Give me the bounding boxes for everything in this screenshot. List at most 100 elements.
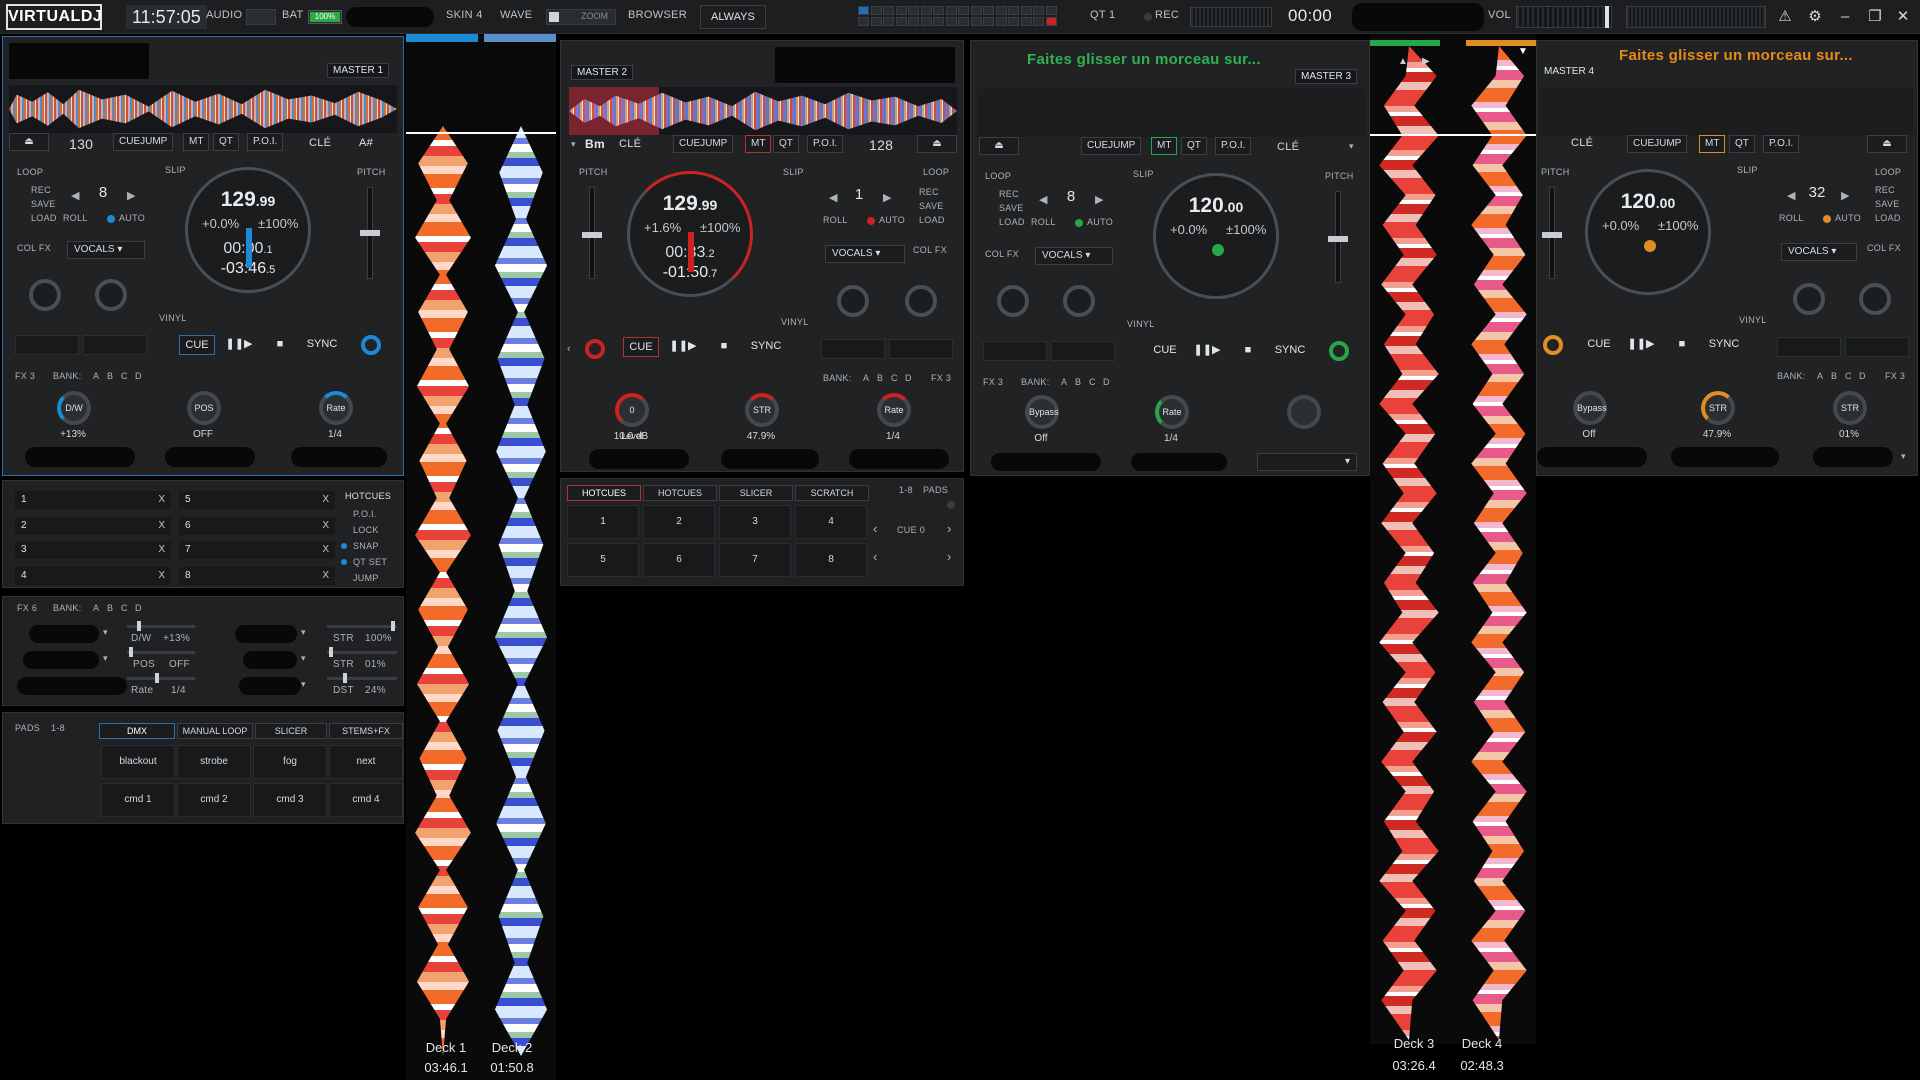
lock-option[interactable]: LOCK [353, 525, 379, 535]
colfx-knob[interactable] [905, 285, 937, 317]
sync-button[interactable]: SYNC [745, 337, 787, 357]
sampler-slot[interactable] [970, 6, 982, 15]
always-button[interactable]: ALWAYS [700, 5, 766, 29]
chevron-right-icon[interactable]: › [947, 521, 952, 536]
sync-button[interactable]: SYNC [1703, 335, 1745, 355]
eject-button[interactable]: ⏏ [979, 137, 1019, 155]
skin-button[interactable]: SKIN 4 [446, 9, 483, 21]
loop-next-icon[interactable]: ▶ [883, 191, 892, 204]
load-label[interactable]: LOAD [919, 215, 945, 225]
jump-option[interactable]: JUMP [353, 573, 379, 583]
hotcue-7[interactable]: 7X [179, 541, 335, 559]
bank-a[interactable]: A [863, 373, 869, 383]
hotcue-8[interactable]: 8X [179, 567, 335, 585]
sampler-slot[interactable] [983, 17, 994, 26]
rec-label[interactable]: REC [919, 187, 939, 197]
pad-strobe[interactable]: strobe [177, 745, 251, 779]
save-label[interactable]: SAVE [1875, 199, 1900, 209]
chevron-down-icon[interactable]: ▾ [301, 627, 306, 638]
poi-button[interactable]: P.O.I. [247, 133, 284, 151]
vinyl-label[interactable]: VINYL [1127, 319, 1155, 329]
sampler-slot[interactable] [1045, 6, 1057, 15]
roll-label[interactable]: ROLL [1779, 213, 1804, 223]
rec-label[interactable]: REC [1875, 185, 1895, 195]
poi-button[interactable]: P.O.I. [807, 135, 844, 153]
colfx-knob[interactable] [1063, 285, 1095, 317]
stop-button[interactable]: ■ [265, 335, 295, 355]
vinyl-label[interactable]: VINYL [781, 317, 809, 327]
play-pause-button[interactable]: ❚❚▶ [221, 335, 257, 355]
fx6-pos-slider[interactable] [127, 647, 195, 657]
pad-2[interactable]: 2 [643, 505, 715, 539]
key-label[interactable]: CLÉ [1277, 141, 1299, 153]
fx-knob-level[interactable]: 0 Level [615, 393, 649, 441]
fx6-str2-slider[interactable] [327, 647, 397, 657]
sampler-slot[interactable] [895, 6, 907, 15]
sampler-slot[interactable] [958, 6, 969, 15]
fx-knob-rate[interactable]: Rate [1155, 395, 1189, 429]
pad-cmd-2[interactable]: cmd 2 [177, 783, 251, 817]
mt-button[interactable]: MT [1151, 137, 1178, 155]
sampler-slot[interactable] [1033, 6, 1044, 15]
loop-prev-icon[interactable]: ◀ [71, 189, 80, 202]
key-label[interactable]: CLÉ [1571, 137, 1593, 149]
hotcue-2[interactable]: 2X [15, 517, 171, 535]
sampler-slot[interactable] [883, 6, 894, 15]
bank-b[interactable]: B [1831, 371, 1837, 381]
deck-4-waveform[interactable] [1539, 87, 1913, 135]
bank-b[interactable]: B [877, 373, 883, 383]
master-1-badge[interactable]: MASTER 1 [327, 63, 390, 78]
fx-knob-empty[interactable] [1287, 395, 1321, 429]
wave-button[interactable]: WAVE [500, 9, 532, 21]
bank-a[interactable]: A [93, 371, 99, 381]
hotcue-3[interactable]: 3X [15, 541, 171, 559]
snap-option[interactable]: SNAP [353, 541, 379, 551]
fx-select-dropdown[interactable]: ▾ [1257, 453, 1357, 471]
vocals-dropdown[interactable]: VOCALS ▾ [825, 245, 905, 263]
deck-1-waveform[interactable] [9, 85, 397, 133]
sampler-slot[interactable] [983, 6, 994, 15]
filter-knob[interactable] [837, 285, 869, 317]
bank-c[interactable]: C [1089, 377, 1096, 387]
tab-stems-fx[interactable]: STEMS+FX [329, 723, 403, 739]
pad-4[interactable]: 4 [795, 505, 867, 539]
chevron-down-icon[interactable]: ▾ [103, 653, 108, 664]
warning-icon[interactable]: ⚠ [1774, 6, 1796, 28]
pad-cmd-1[interactable]: cmd 1 [101, 783, 175, 817]
hotcue-1[interactable]: 1X [15, 491, 171, 509]
bank-c[interactable]: C [1845, 371, 1852, 381]
hotcue-4[interactable]: 4X [15, 567, 171, 585]
chevron-left-icon[interactable]: ‹ [567, 343, 571, 355]
fx6-dw-slider[interactable] [127, 621, 195, 631]
sampler-slot[interactable] [920, 17, 932, 26]
pad-cmd-3[interactable]: cmd 3 [253, 783, 327, 817]
fx-knob-bypass[interactable]: Bypass [1573, 391, 1607, 425]
scroll-up-icon[interactable]: ▲ [1398, 56, 1412, 70]
pad-blackout[interactable]: blackout [101, 745, 175, 779]
mt-button[interactable]: MT [1699, 135, 1726, 153]
stop-button[interactable]: ■ [709, 337, 739, 357]
bank-d[interactable]: D [905, 373, 912, 383]
bank-c[interactable]: C [121, 371, 128, 381]
tab-manual-loop[interactable]: MANUAL LOOP [177, 723, 253, 739]
fx-knob-str[interactable]: STR [1701, 391, 1735, 425]
cue-selector[interactable]: CUE 0 [897, 525, 925, 535]
auto-label[interactable]: AUTO [119, 213, 145, 223]
hotcue-6[interactable]: 6X [179, 517, 335, 535]
bank-d[interactable]: D [1103, 377, 1110, 387]
hotcue-5[interactable]: 5X [179, 491, 335, 509]
sampler-slot[interactable] [858, 6, 869, 15]
tab-scratch[interactable]: SCRATCH [795, 485, 869, 501]
restore-icon[interactable]: ❐ [1864, 6, 1886, 28]
deck-1-ring-icon[interactable] [361, 335, 381, 355]
slip-label[interactable]: SLIP [165, 165, 186, 175]
stop-button[interactable]: ■ [1667, 335, 1697, 355]
sampler-slot[interactable] [995, 6, 1007, 15]
loop-next-icon[interactable]: ▶ [1841, 189, 1850, 202]
colfx-knob[interactable] [95, 279, 127, 311]
poi-button[interactable]: P.O.I. [1215, 137, 1252, 155]
qt-button[interactable]: QT [1729, 135, 1755, 153]
cue-button[interactable]: CUE [1581, 335, 1617, 355]
loop-next-icon[interactable]: ▶ [127, 189, 136, 202]
chevron-right-icon[interactable]: › [947, 549, 952, 564]
